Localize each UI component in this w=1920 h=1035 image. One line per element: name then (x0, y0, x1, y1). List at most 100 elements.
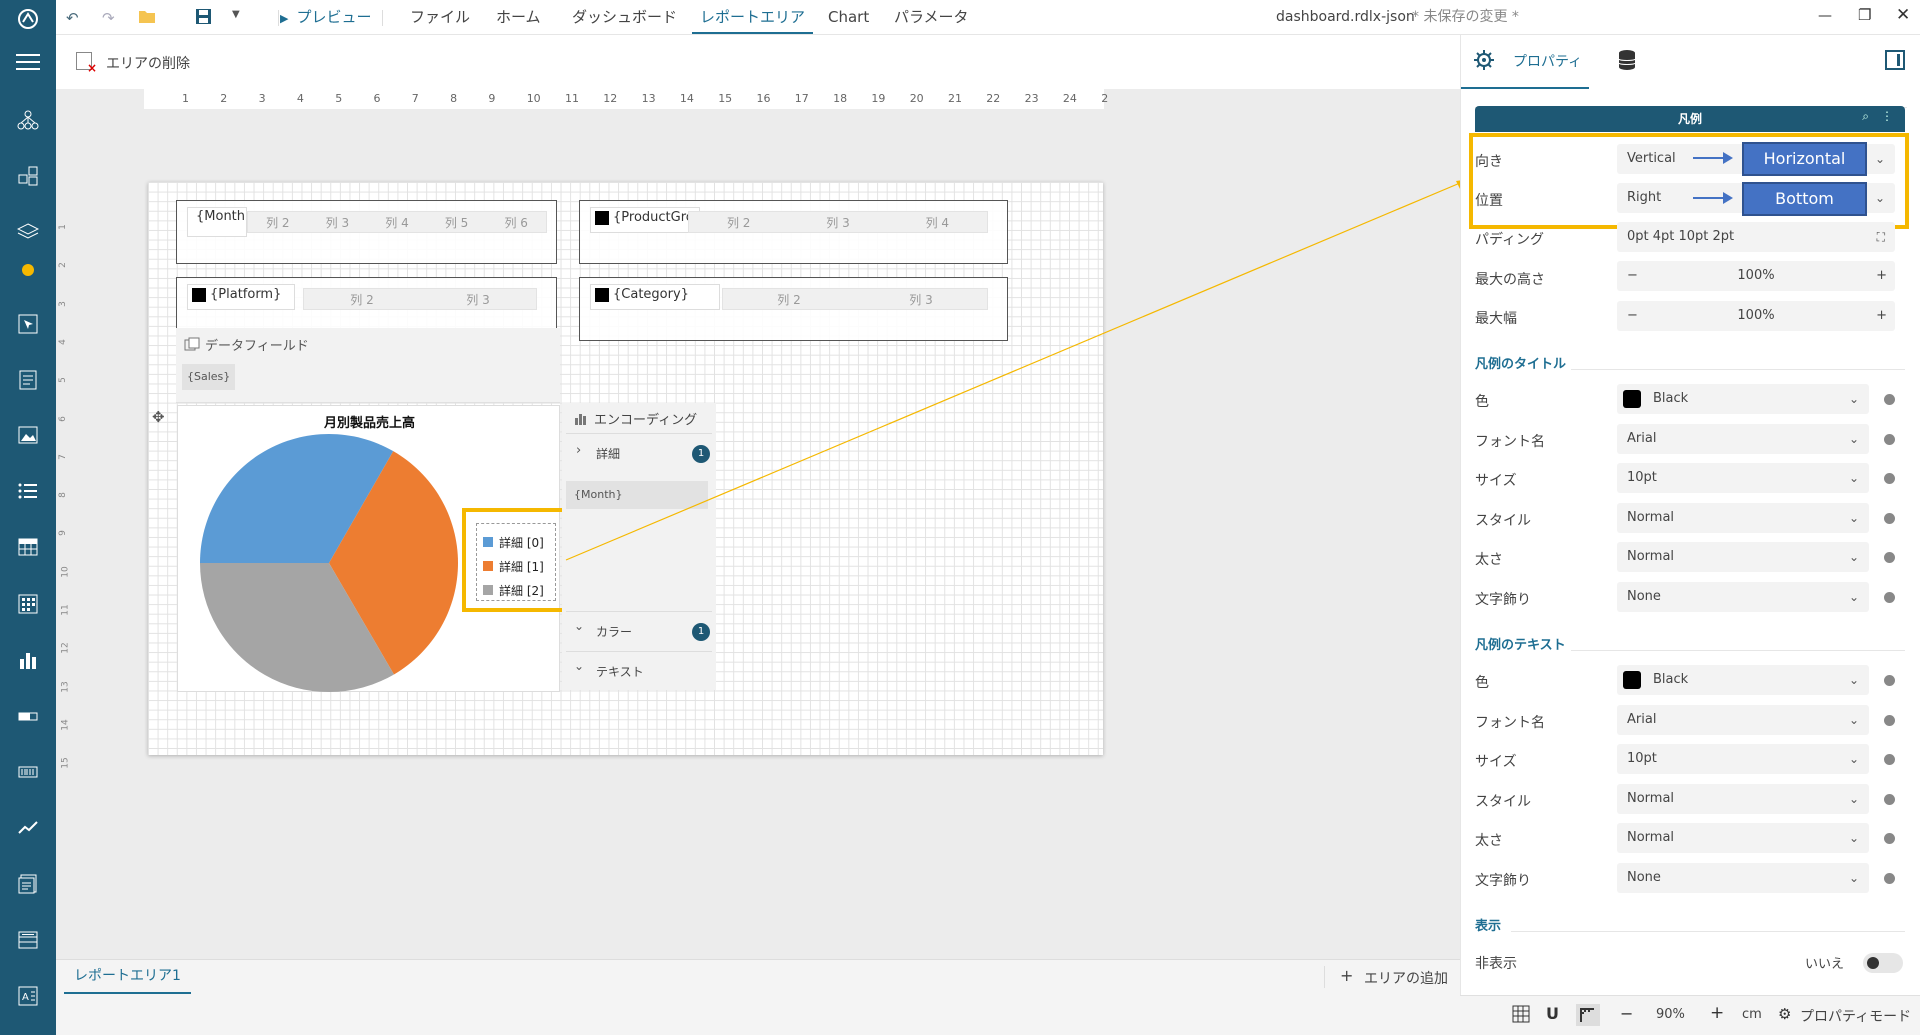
encoding-color-label[interactable]: カラー (596, 623, 632, 640)
table-month[interactable]: {Month} 列 2 列 3 列 4 列 5 列 6 (176, 200, 557, 264)
textbox-tool-icon[interactable] (14, 366, 42, 394)
encoding-detail-month[interactable]: {Month} (566, 481, 708, 509)
table-product-group[interactable]: {ProductGrc 列 2 列 3 列 4 (579, 200, 1008, 264)
snap-magnet-icon[interactable]: U (1546, 1004, 1559, 1023)
components-icon[interactable] (14, 162, 42, 190)
tab-report-area-1[interactable]: レポートエリア1 (64, 960, 191, 994)
title-decoration-dropdown[interactable]: None ⌄ (1617, 582, 1869, 612)
list-tool-icon[interactable] (14, 477, 42, 505)
bullet-tool-icon[interactable] (14, 702, 42, 730)
table-tool-icon[interactable] (14, 533, 42, 561)
title-style-dropdown[interactable]: Normal ⌄ (1617, 503, 1869, 533)
menu-parameters[interactable]: パラメータ (894, 0, 969, 34)
barcode-tool-icon[interactable] (14, 758, 42, 786)
layers-icon[interactable] (14, 218, 42, 246)
plus-icon[interactable]: + (1876, 261, 1887, 291)
reset-dot[interactable] (1884, 552, 1895, 563)
reset-dot[interactable] (1884, 513, 1895, 524)
minimize-icon[interactable]: — (1818, 8, 1832, 24)
chevron-right-icon[interactable]: › (576, 443, 581, 458)
text-color-dropdown[interactable]: Black ⌄ (1617, 665, 1869, 695)
sparkline-tool-icon[interactable] (14, 814, 42, 842)
reset-dot[interactable] (1884, 675, 1895, 686)
image-tool-icon[interactable] (14, 421, 42, 449)
tab-properties[interactable]: プロパティ (1513, 51, 1582, 71)
reset-dot[interactable] (1884, 394, 1895, 405)
reset-dot[interactable] (1884, 473, 1895, 484)
grid-icon[interactable] (1512, 1005, 1530, 1027)
search-icon[interactable]: ⌕ (1862, 109, 1869, 124)
data-hierarchy-icon[interactable] (14, 106, 42, 134)
delete-area-button[interactable]: エリアの削除 (106, 53, 190, 73)
text-size-dropdown[interactable]: 10pt ⌄ (1617, 744, 1869, 774)
subreport-tool-icon[interactable] (14, 870, 42, 898)
table-field-cell[interactable]: {Month} (187, 207, 247, 237)
padding-field[interactable]: 0pt 4pt 10pt 2pt ⛶ (1617, 222, 1895, 252)
menu-dashboard[interactable]: ダッシュボード (572, 0, 677, 34)
title-weight-dropdown[interactable]: Normal ⌄ (1617, 542, 1869, 572)
folder-icon[interactable] (138, 8, 156, 28)
save-icon[interactable] (196, 9, 211, 28)
table-field-cell[interactable]: {Category} (590, 284, 720, 310)
reset-dot[interactable] (1884, 794, 1895, 805)
close-icon[interactable]: ✕ (1896, 5, 1910, 25)
chart-tool-icon[interactable] (14, 646, 42, 674)
ruler-tick-label: 9 (57, 530, 68, 537)
text-weight-dropdown[interactable]: Normal ⌄ (1617, 823, 1869, 853)
hamburger-menu-icon[interactable] (14, 48, 42, 76)
max-width-stepper[interactable]: − 100% + (1617, 301, 1895, 331)
encoding-text-label[interactable]: テキスト (596, 663, 644, 680)
unit-selector[interactable]: cm (1742, 1007, 1762, 1022)
save-options-chevron-icon[interactable]: ▼ (232, 9, 240, 20)
restore-icon[interactable]: ❐ (1858, 6, 1871, 24)
reset-dot[interactable] (1884, 715, 1895, 726)
title-color-dropdown[interactable]: Black ⌄ (1617, 384, 1869, 414)
table-category[interactable]: {Category} 列 2 列 3 (579, 277, 1008, 341)
text-style-dropdown[interactable]: Normal ⌄ (1617, 784, 1869, 814)
add-icon[interactable]: + (1340, 966, 1353, 985)
move-handle-icon[interactable]: ✥ (152, 408, 165, 426)
collapse-panel-icon[interactable] (1885, 50, 1905, 70)
zoom-out-icon[interactable]: − (1620, 1004, 1633, 1023)
encoding-detail-label[interactable]: 詳細 (596, 445, 620, 462)
database-icon[interactable] (1617, 49, 1637, 75)
add-area-button[interactable]: エリアの追加 (1364, 968, 1448, 988)
max-height-stepper[interactable]: − 100% + (1617, 261, 1895, 291)
menu-report-area[interactable]: レポートエリア (692, 0, 814, 34)
menu-home[interactable]: ホーム (496, 0, 541, 34)
preview-button[interactable]: ▶ プレビュー (280, 0, 371, 34)
hidden-toggle[interactable] (1863, 953, 1903, 973)
title-font-dropdown[interactable]: Arial ⌄ (1617, 424, 1869, 454)
ruler-toggle-icon[interactable] (1576, 1004, 1600, 1026)
undo-icon[interactable]: ↶ (66, 9, 79, 27)
delete-area-icon[interactable]: × (76, 52, 97, 75)
reset-dot[interactable] (1884, 754, 1895, 765)
chevron-down-icon[interactable]: ⌄ (574, 659, 584, 673)
property-mode-button[interactable]: プロパティモード (1800, 1006, 1911, 1026)
expand-icon[interactable]: ⛶ (1877, 222, 1885, 252)
gear-icon[interactable] (1473, 49, 1495, 75)
zoom-in-icon[interactable]: + (1710, 1003, 1724, 1023)
table-field-cell[interactable]: {ProductGrc (590, 207, 700, 233)
ruler-tick-label: 18 (833, 92, 848, 105)
menu-file[interactable]: ファイル (410, 0, 470, 34)
plus-icon[interactable]: + (1876, 301, 1887, 331)
redo-icon[interactable]: ↷ (102, 9, 115, 27)
reset-dot[interactable] (1884, 873, 1895, 884)
reset-dot[interactable] (1884, 434, 1895, 445)
reset-dot[interactable] (1884, 833, 1895, 844)
form-field-tool-icon[interactable]: A (14, 982, 42, 1010)
select-tool-icon[interactable] (14, 310, 42, 338)
text-decoration-dropdown[interactable]: None ⌄ (1617, 863, 1869, 893)
table-field-cell[interactable]: {Platform} (187, 284, 295, 310)
title-size-dropdown[interactable]: 10pt ⌄ (1617, 463, 1869, 493)
data-field-sales[interactable]: {Sales} (182, 364, 236, 390)
text-font-dropdown[interactable]: Arial ⌄ (1617, 705, 1869, 735)
chevron-down-icon[interactable]: ⌄ (574, 619, 584, 633)
more-options-icon[interactable]: ⋮ (1881, 109, 1893, 123)
tablix-tool-icon[interactable] (14, 926, 42, 954)
reset-dot[interactable] (1884, 592, 1895, 603)
menu-chart[interactable]: Chart (828, 0, 869, 34)
matrix-tool-icon[interactable] (14, 590, 42, 618)
theme-icon[interactable] (14, 256, 42, 284)
